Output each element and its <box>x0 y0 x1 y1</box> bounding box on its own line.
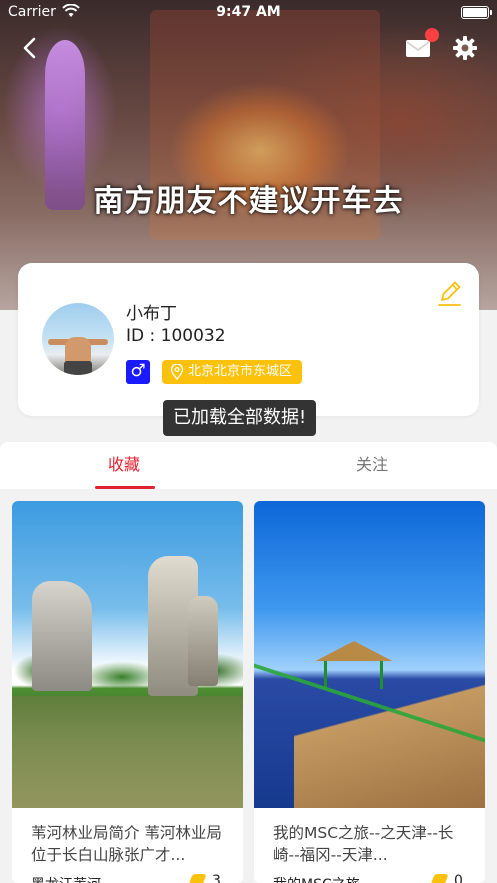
tab-following[interactable]: 关注 <box>312 442 432 489</box>
profile-card: 小布丁 ID : 100032 ♂ 北京北京市东城区 <box>18 263 479 416</box>
location-pin-icon <box>170 364 184 380</box>
chevron-left-icon <box>23 37 36 59</box>
profile-page: 南方朋友不建议开车去 Carrier 9:47 AM 小布丁 ID: 1000… <box>0 0 497 883</box>
card-author: 黑龙江苇河 <box>31 874 101 883</box>
favorite-card[interactable]: 我的MSC之旅--之天津--长崎--福冈--天津... 我的MSC之旅 0 <box>254 501 485 883</box>
user-name: 小布丁 <box>126 304 177 324</box>
favorite-card[interactable]: 苇河林业局简介 苇河林业局位于长白山脉张广才... 黑龙江苇河 3 <box>12 501 243 883</box>
card-image <box>12 501 243 808</box>
active-tab-indicator <box>95 486 155 489</box>
notification-dot <box>425 28 439 42</box>
card-likes: 3 <box>187 873 221 883</box>
back-button[interactable] <box>16 34 44 62</box>
card-title: 我的MSC之旅--之天津--长崎--福冈--天津... <box>273 824 454 864</box>
content-tabs: 收藏 关注 <box>0 442 497 489</box>
avatar[interactable] <box>42 303 114 375</box>
location-badge: 北京北京市东城区 <box>162 360 303 384</box>
gear-icon <box>453 36 477 60</box>
battery-icon <box>461 6 492 19</box>
status-bar: Carrier 9:47 AM <box>0 0 497 26</box>
thumbs-up-icon <box>187 874 207 883</box>
settings-button[interactable] <box>451 34 479 62</box>
gender-badge: ♂ <box>126 360 150 384</box>
clock: 9:47 AM <box>216 4 281 20</box>
card-author: 我的MSC之旅 <box>273 874 360 883</box>
thumbs-up-icon <box>429 874 449 883</box>
pencil-icon <box>438 281 461 306</box>
toast-message: 已加载全部数据! <box>163 400 317 436</box>
card-image <box>254 501 485 819</box>
location-text: 北京北京市东城区 <box>188 364 293 379</box>
edit-profile-button[interactable] <box>434 279 464 309</box>
card-title: 苇河林业局简介 苇河林业局位于长白山脉张广才... <box>31 824 222 864</box>
cover-caption: 南方朋友不建议开车去 <box>93 184 404 219</box>
male-icon: ♂ <box>130 361 146 381</box>
tab-favorites[interactable]: 收藏 <box>64 442 184 489</box>
card-likes: 0 <box>429 873 463 883</box>
user-id: ID : 100032 <box>126 326 226 346</box>
